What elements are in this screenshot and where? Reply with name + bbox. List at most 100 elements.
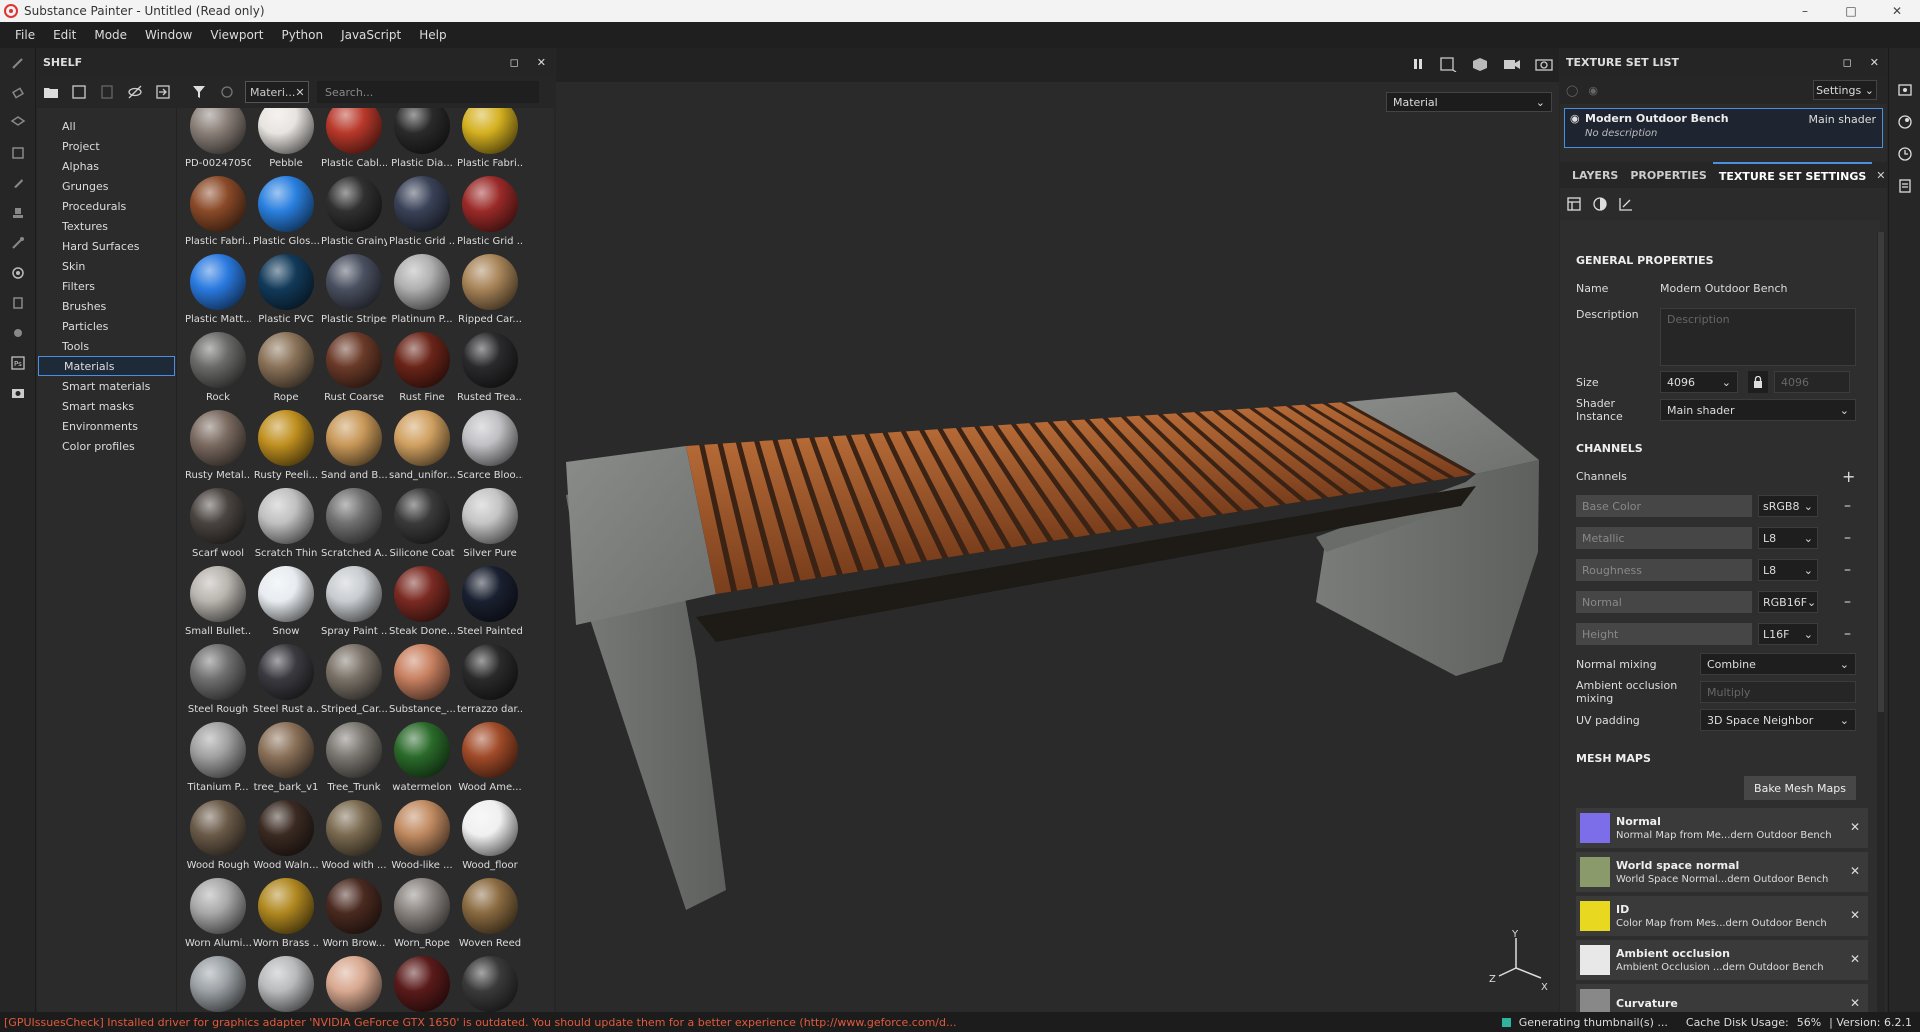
remove-channel-button[interactable]: – <box>1844 626 1851 642</box>
material-thumbnail[interactable]: Plastic Glos... <box>252 174 320 252</box>
material-thumbnail[interactable] <box>456 954 524 1012</box>
mesh-map-item[interactable]: Ambient occlusion Ambient Occlusion ...de… <box>1576 940 1868 980</box>
material-thumbnail[interactable]: Silver Pure <box>456 486 524 564</box>
close-panel-icon[interactable]: ✕ <box>1870 56 1879 69</box>
material-thumbnail[interactable]: watermelon <box>388 720 456 798</box>
clone-stamp-icon[interactable] <box>0 198 36 228</box>
category-item[interactable]: Textures <box>37 216 176 236</box>
mesh-map-item[interactable]: World space normal World Space Normal...d… <box>1576 852 1868 892</box>
material-thumbnail[interactable]: Steel Painted <box>456 564 524 642</box>
hide-icon[interactable]: ◯ <box>1566 84 1578 97</box>
material-thumbnail[interactable]: Rock <box>184 330 252 408</box>
shader-ball-icon[interactable] <box>1592 196 1608 215</box>
tab-texture-set-settings[interactable]: TEXTURE SET SETTINGS <box>1712 162 1873 188</box>
settings-dropdown[interactable]: Settings ⌄ <box>1813 80 1877 100</box>
remove-channel-button[interactable]: – <box>1844 594 1851 610</box>
material-thumbnail[interactable] <box>320 954 388 1012</box>
bake-mesh-maps-button[interactable]: Bake Mesh Maps <box>1744 776 1856 800</box>
material-thumbnail[interactable]: Platinum P... <box>388 252 456 330</box>
material-thumbnail[interactable]: Woven Reed <box>456 876 524 954</box>
channel-format-select[interactable]: RGB16F ⌄ <box>1758 591 1818 613</box>
material-thumbnail[interactable]: Wood_floor <box>456 798 524 876</box>
remove-mesh-map-icon[interactable]: ✕ <box>1850 952 1860 966</box>
menu-python[interactable]: Python <box>272 28 332 42</box>
material-thumbnail[interactable]: Titanium P... <box>184 720 252 798</box>
material-thumbnail[interactable]: Plastic Matt... <box>184 252 252 330</box>
category-item[interactable]: Environments <box>37 416 176 436</box>
material-thumbnail[interactable]: terrazzo dar... <box>456 642 524 720</box>
remove-mesh-map-icon[interactable]: ✕ <box>1850 864 1860 878</box>
material-thumbnail[interactable]: Plastic Grainy <box>320 174 388 252</box>
material-thumbnail[interactable]: Pebble <box>252 108 320 174</box>
material-thumbnail[interactable]: Snow <box>252 564 320 642</box>
circle-filter-icon[interactable] <box>217 82 237 102</box>
material-thumbnail[interactable]: Tree_Trunk <box>320 720 388 798</box>
remove-channel-button[interactable]: – <box>1844 530 1851 546</box>
folder-icon[interactable] <box>41 82 61 102</box>
material-thumbnail[interactable]: Silicone Coat <box>388 486 456 564</box>
category-item[interactable]: Tools <box>37 336 176 356</box>
projection-icon[interactable] <box>0 108 36 138</box>
material-thumbnail[interactable]: Rust Coarse <box>320 330 388 408</box>
add-channel-button[interactable]: + <box>1842 467 1855 486</box>
settings-scrollbar[interactable] <box>1877 232 1885 1012</box>
remove-mesh-map-icon[interactable]: ✕ <box>1850 996 1860 1010</box>
material-thumbnail[interactable]: Wood-like ... <box>388 798 456 876</box>
category-item[interactable]: Smart masks <box>37 396 176 416</box>
material-thumbnail[interactable] <box>184 954 252 1012</box>
category-item[interactable]: Materials <box>38 356 175 376</box>
object-view-icon[interactable] <box>1471 56 1489 75</box>
material-thumbnail[interactable]: Rusty Peeli... <box>252 408 320 486</box>
material-thumbnail[interactable]: Plastic Cabl... <box>320 108 388 174</box>
filter-icon[interactable] <box>189 82 209 102</box>
new-resource-icon[interactable] <box>69 82 89 102</box>
display-settings-icon[interactable] <box>1889 106 1920 138</box>
shader-instance-select[interactable]: Main shader ⌄ <box>1660 399 1856 421</box>
material-thumbnail[interactable]: Substance_... <box>388 642 456 720</box>
category-item[interactable]: Brushes <box>37 296 176 316</box>
material-thumbnail[interactable]: PD-00247050 <box>184 108 252 174</box>
category-item[interactable]: Project <box>37 136 176 156</box>
category-item[interactable]: Hard Surfaces <box>37 236 176 256</box>
channel-format-select[interactable]: L16F ⌄ <box>1758 623 1818 645</box>
menu-viewport[interactable]: Viewport <box>201 28 272 42</box>
material-thumbnail[interactable]: Scarce Bloo... <box>456 408 524 486</box>
material-thumbnail[interactable]: Striped_Car... <box>320 642 388 720</box>
channel-format-select[interactable]: L8 ⌄ <box>1758 527 1818 549</box>
close-panel-icon[interactable]: ✕ <box>537 56 546 69</box>
viewer-settings-icon[interactable] <box>1889 74 1920 106</box>
lock-icon[interactable] <box>1748 371 1768 393</box>
material-thumbnail[interactable] <box>252 954 320 1012</box>
menu-javascript[interactable]: JavaScript <box>332 28 410 42</box>
close-window-button[interactable]: ✕ <box>1874 0 1920 22</box>
search-input[interactable]: Search... <box>317 81 539 103</box>
color-picker-icon[interactable] <box>0 228 36 258</box>
polygon-fill-icon[interactable] <box>0 258 36 288</box>
channel-format-select[interactable]: L8 ⌄ <box>1758 559 1818 581</box>
material-thumbnail[interactable]: Ripped Car... <box>456 252 524 330</box>
material-thumbnail[interactable]: Steak Done... <box>388 564 456 642</box>
mesh-map-item[interactable]: Normal Normal Map from Me...dern Outdoor … <box>1576 808 1868 848</box>
category-item[interactable]: Particles <box>37 316 176 336</box>
settings-scroll-thumb[interactable] <box>1878 232 1884 712</box>
menu-window[interactable]: Window <box>136 28 201 42</box>
material-thumbnail[interactable]: Steel Rough <box>184 642 252 720</box>
material-thumbnail[interactable]: Rust Fine <box>388 330 456 408</box>
size-select[interactable]: 4096 ⌄ <box>1660 371 1738 393</box>
material-thumbnail[interactable]: Worn_Rope <box>388 876 456 954</box>
material-thumbnail[interactable]: Worn Brass ... <box>252 876 320 954</box>
eye-icon[interactable]: ◉ <box>1588 84 1598 97</box>
hide-icon[interactable] <box>125 82 145 102</box>
pause-icon[interactable] <box>1411 57 1425 74</box>
material-thumbnail[interactable]: Wood with ... <box>320 798 388 876</box>
material-thumbnail[interactable]: Sand and B... <box>320 408 388 486</box>
import-icon[interactable] <box>153 82 173 102</box>
material-thumbnail[interactable]: Wood Ame... <box>456 720 524 798</box>
camera-icon[interactable] <box>1503 56 1521 75</box>
plugin-icon[interactable] <box>0 318 36 348</box>
material-thumbnail[interactable]: Rope <box>252 330 320 408</box>
category-item[interactable]: All <box>37 116 176 136</box>
material-thumbnail[interactable]: Plastic Fabri... <box>184 174 252 252</box>
display-mode-icon[interactable] <box>1439 56 1457 75</box>
channel-format-select[interactable]: sRGB8 ⌄ <box>1758 495 1818 517</box>
